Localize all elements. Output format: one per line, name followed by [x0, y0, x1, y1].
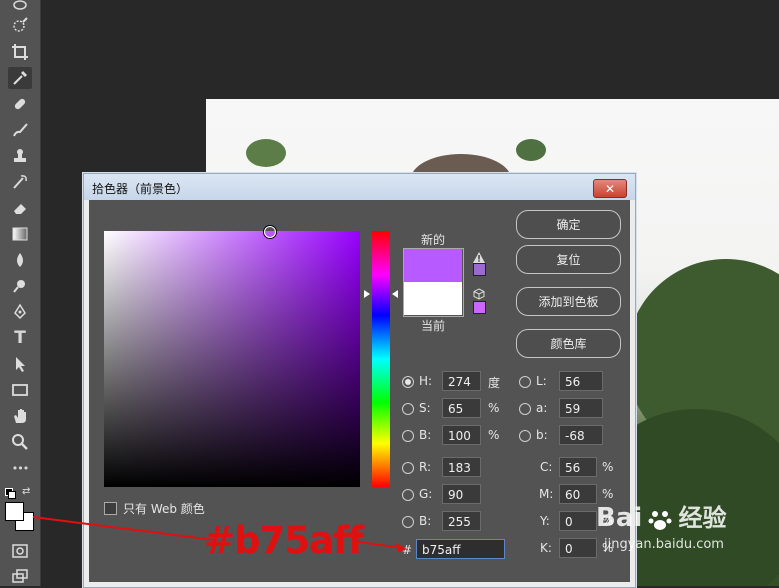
- only-web-colors-checkbox[interactable]: [104, 502, 117, 515]
- quick-select-icon[interactable]: [8, 15, 32, 37]
- blue-label: B:: [419, 514, 432, 528]
- l-field[interactable]: 56: [559, 371, 603, 391]
- screen-mode-icon[interactable]: [8, 566, 32, 588]
- k-field[interactable]: 0: [559, 538, 597, 558]
- rectangle-icon[interactable]: [8, 379, 32, 401]
- healing-icon[interactable]: [8, 93, 32, 115]
- radio-h[interactable]: [402, 376, 414, 388]
- h-label: H:: [419, 374, 433, 388]
- m-field[interactable]: 60: [559, 484, 597, 504]
- b-unit: %: [488, 428, 500, 442]
- a-label: a:: [536, 401, 548, 415]
- web-safe-swatch[interactable]: [473, 301, 486, 314]
- radio-g[interactable]: [402, 489, 414, 501]
- paw-icon: [647, 507, 673, 537]
- a-field[interactable]: 59: [559, 398, 603, 418]
- eraser-icon[interactable]: [8, 197, 32, 219]
- h-field[interactable]: 274: [442, 371, 481, 391]
- reset-button[interactable]: 复位: [516, 245, 621, 274]
- color-libraries-button[interactable]: 颜色库: [516, 329, 621, 358]
- current-color-swatch[interactable]: [404, 282, 462, 315]
- only-web-colors-label: 只有 Web 颜色: [123, 502, 205, 516]
- zoom-icon[interactable]: [8, 431, 32, 453]
- foreground-color-swatch[interactable]: [5, 502, 24, 521]
- blur-icon[interactable]: [8, 249, 32, 271]
- default-colors-icon[interactable]: [5, 488, 16, 499]
- hue-slider-right-arrow[interactable]: [392, 290, 398, 298]
- quick-mask-icon[interactable]: [8, 540, 32, 562]
- close-button[interactable]: ✕: [593, 179, 627, 198]
- color-field[interactable]: [104, 226, 360, 487]
- hue-slider-left-arrow[interactable]: [364, 290, 370, 298]
- m-label: M:: [539, 487, 554, 501]
- hex-field[interactable]: b75aff: [416, 539, 505, 559]
- history-brush-icon[interactable]: [8, 171, 32, 193]
- blue-field[interactable]: 255: [442, 511, 481, 531]
- radio-r[interactable]: [402, 462, 414, 474]
- lab-b-label: b:: [536, 428, 548, 442]
- eyedropper-icon[interactable]: [8, 67, 32, 89]
- swap-colors-icon[interactable]: ⇄: [22, 486, 30, 497]
- new-color-label: 新的: [421, 233, 446, 247]
- g-field[interactable]: 90: [442, 484, 481, 504]
- more-icon[interactable]: •••: [8, 457, 32, 479]
- s-field[interactable]: 65: [442, 398, 481, 418]
- brush-icon[interactable]: [8, 119, 32, 141]
- b-field[interactable]: 100: [442, 425, 481, 445]
- type-icon[interactable]: T: [8, 327, 32, 349]
- color-field-marker[interactable]: [264, 226, 276, 238]
- crop-icon[interactable]: [8, 41, 32, 63]
- baidu-watermark: Bai 经验 jingyan.baidu.com: [596, 498, 726, 552]
- k-label: K:: [540, 541, 552, 555]
- hue-slider[interactable]: [372, 231, 390, 487]
- gradient-icon[interactable]: [8, 223, 32, 245]
- radio-b[interactable]: [402, 430, 414, 442]
- radio-lab-b[interactable]: [519, 430, 531, 442]
- g-label: G:: [419, 487, 433, 501]
- radio-blue[interactable]: [402, 516, 414, 528]
- s-unit: %: [488, 401, 500, 415]
- radio-a[interactable]: [519, 403, 531, 415]
- radio-s[interactable]: [402, 403, 414, 415]
- dodge-icon[interactable]: [8, 275, 32, 297]
- stamp-icon[interactable]: [8, 145, 32, 167]
- watermark-brand-a: Bai: [596, 503, 643, 533]
- c-label: C:: [540, 460, 553, 474]
- watermark-brand-b: 经验: [678, 504, 727, 532]
- r-label: R:: [419, 460, 432, 474]
- radio-l[interactable]: [519, 376, 531, 388]
- s-label: S:: [419, 401, 431, 415]
- pen-icon[interactable]: [8, 301, 32, 323]
- lab-b-field[interactable]: -68: [559, 425, 603, 445]
- c-unit: %: [602, 460, 614, 474]
- gamut-warning-swatch[interactable]: [473, 263, 486, 276]
- new-color-swatch: [404, 249, 462, 282]
- dialog-titlebar[interactable]: 拾色器（前景色） ✕: [84, 174, 635, 200]
- l-label: L:: [536, 374, 547, 388]
- hand-icon[interactable]: [8, 405, 32, 427]
- b-label: B:: [419, 428, 432, 442]
- watermark-url: jingyan.baidu.com: [604, 536, 724, 552]
- y-field[interactable]: 0: [559, 511, 597, 531]
- path-select-icon[interactable]: [8, 353, 32, 375]
- r-field[interactable]: 183: [442, 457, 481, 477]
- hex-label: #: [402, 543, 413, 557]
- tools-panel: T ••• ⇄: [0, 0, 41, 586]
- h-unit: 度: [488, 376, 501, 390]
- hex-annotation: #b75aff: [204, 519, 364, 562]
- current-color-label: 当前: [421, 319, 446, 333]
- ok-button[interactable]: 确定: [516, 210, 621, 239]
- add-to-swatches-button[interactable]: 添加到色板: [516, 287, 621, 316]
- y-label: Y:: [540, 514, 550, 528]
- c-field[interactable]: 56: [559, 457, 597, 477]
- dialog-title: 拾色器（前景色）: [92, 182, 189, 196]
